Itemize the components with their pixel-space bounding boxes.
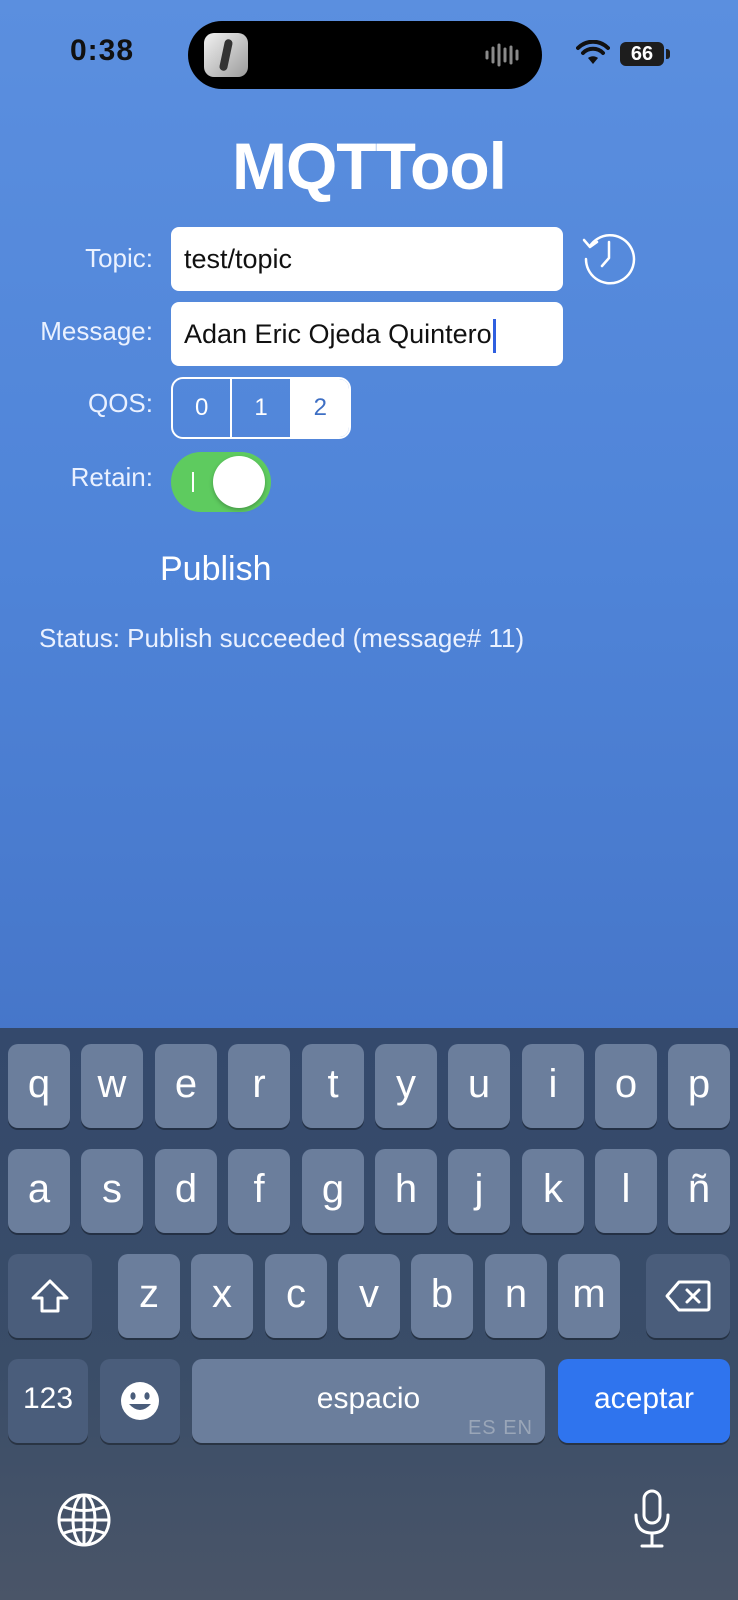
topic-label: Topic: (85, 243, 153, 273)
key-l[interactable]: l (595, 1149, 657, 1233)
globe-icon[interactable] (56, 1492, 112, 1548)
publish-button[interactable]: Publish (160, 550, 272, 589)
backspace-key[interactable] (646, 1254, 730, 1338)
topic-input[interactable]: test/topic (171, 227, 563, 291)
emoji-key[interactable] (100, 1359, 180, 1443)
battery-level: 66 (630, 43, 654, 65)
key-f[interactable]: f (228, 1149, 290, 1233)
key-u[interactable]: u (448, 1044, 510, 1128)
now-playing-artwork (204, 33, 248, 77)
key-y[interactable]: y (375, 1044, 437, 1128)
key-d[interactable]: d (155, 1149, 217, 1233)
battery-nub (666, 49, 670, 59)
key-t[interactable]: t (302, 1044, 364, 1128)
key-b[interactable]: b (411, 1254, 473, 1338)
key-n[interactable]: n (485, 1254, 547, 1338)
qos-option-1[interactable]: 1 (232, 379, 292, 437)
message-value: Adan Eric Ojeda Quintero (184, 319, 492, 349)
app-title: MQTTool (231, 129, 507, 203)
dynamic-island[interactable] (188, 21, 542, 89)
key-h[interactable]: h (375, 1149, 437, 1233)
space-key[interactable]: espacio ES EN (192, 1359, 545, 1443)
key-n-tilde[interactable]: ñ (668, 1149, 730, 1233)
status-text: Status: Publish succeeded (message# 11) (39, 623, 525, 653)
key-x[interactable]: x (191, 1254, 253, 1338)
backspace-icon (665, 1280, 711, 1312)
keyboard: q w e r t y u i o p a s d f g h j k l ñ … (0, 1028, 738, 1600)
emoji-icon (121, 1382, 159, 1420)
key-w[interactable]: w (81, 1044, 143, 1128)
key-p[interactable]: p (668, 1044, 730, 1128)
wifi-icon (576, 40, 610, 64)
microphone-icon[interactable] (632, 1488, 672, 1550)
key-q[interactable]: q (8, 1044, 70, 1128)
retain-toggle[interactable] (171, 452, 271, 512)
history-icon[interactable] (580, 228, 638, 286)
language-hint: ES EN (467, 1417, 533, 1439)
key-r[interactable]: r (228, 1044, 290, 1128)
audio-wave-icon (485, 43, 519, 67)
toggle-knob (213, 456, 265, 508)
message-label: Message: (40, 316, 153, 346)
numbers-key[interactable]: 123 (8, 1359, 88, 1443)
shift-key[interactable] (8, 1254, 92, 1338)
key-j[interactable]: j (448, 1149, 510, 1233)
qos-segmented-control[interactable]: 0 1 2 (171, 377, 351, 439)
retain-label: Retain: (70, 462, 153, 492)
space-key-label: espacio (316, 1382, 421, 1415)
key-c[interactable]: c (265, 1254, 327, 1338)
key-g[interactable]: g (302, 1149, 364, 1233)
return-key[interactable]: aceptar (558, 1359, 730, 1443)
text-caret (492, 318, 496, 353)
key-o[interactable]: o (595, 1044, 657, 1128)
qos-label: QOS: (87, 388, 153, 418)
key-k[interactable]: k (522, 1149, 584, 1233)
key-s[interactable]: s (81, 1149, 143, 1233)
key-i[interactable]: i (522, 1044, 584, 1128)
toggle-on-indicator (192, 472, 194, 492)
status-time: 0:38 (70, 34, 135, 67)
key-e[interactable]: e (155, 1044, 217, 1128)
topic-value: test/topic (184, 244, 293, 274)
shift-icon (31, 1279, 69, 1313)
battery-icon: 66 (620, 42, 664, 66)
key-a[interactable]: a (8, 1149, 70, 1233)
qos-option-0[interactable]: 0 (173, 379, 233, 437)
qos-option-2[interactable]: 2 (291, 379, 349, 437)
message-input[interactable]: Adan Eric Ojeda Quintero (171, 302, 563, 366)
key-z[interactable]: z (118, 1254, 180, 1338)
key-v[interactable]: v (338, 1254, 400, 1338)
key-m[interactable]: m (558, 1254, 620, 1338)
